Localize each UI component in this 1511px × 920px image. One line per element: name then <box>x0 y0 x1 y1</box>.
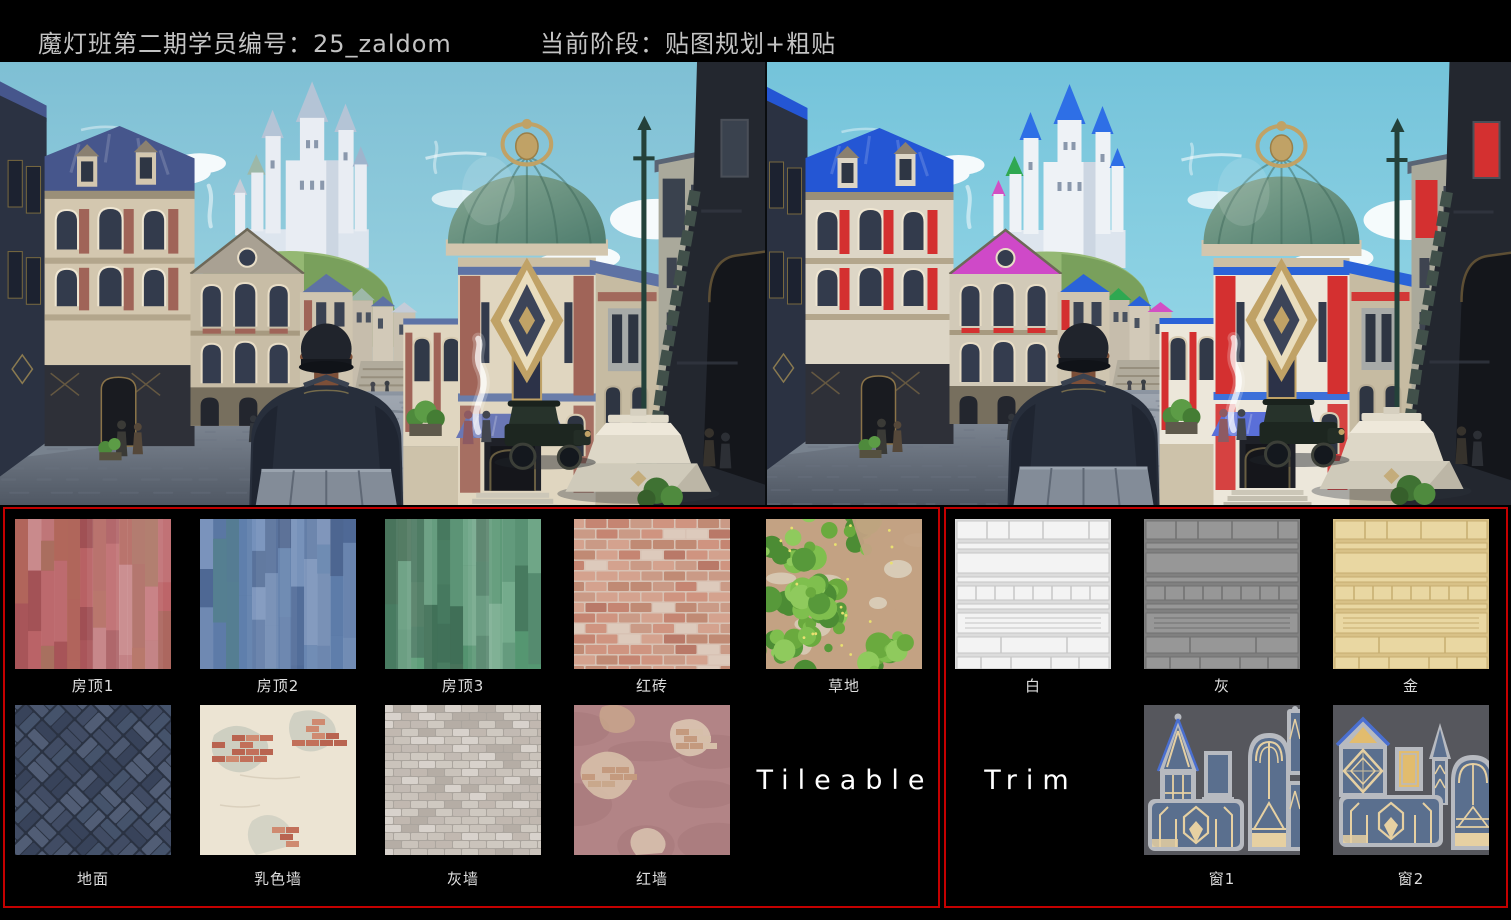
texture-image-window1 <box>1144 705 1300 855</box>
texture-label-graywall: 灰墙 <box>385 868 541 889</box>
texture-cell-redwall: 红墙 <box>574 705 730 889</box>
texture-image-roof1 <box>15 519 171 669</box>
header-bar: 魔灯班第二期学员编号：25_zaldom 当前阶段：贴图规划+粗贴 <box>0 0 1511 62</box>
texture-label-redbrick: 红砖 <box>574 675 730 696</box>
texture-image-window2 <box>1333 705 1489 855</box>
texture-image-roof2 <box>200 519 356 669</box>
trim-texture-panel: 白 灰 金 Trim 窗1 窗2 <box>944 507 1508 908</box>
texture-label-gold-trim: 金 <box>1333 675 1489 696</box>
texture-label-window2: 窗2 <box>1333 868 1489 889</box>
texture-cell-redbrick: 红砖 <box>574 519 730 696</box>
texture-label-ground: 地面 <box>15 868 171 889</box>
tileable-texture-panel: 房顶1 房顶2 房顶3 红砖 草地 地面 乳色墙 灰墙 <box>3 507 940 908</box>
student-id-label: 魔灯班第二期学员编号：25_zaldom <box>38 24 452 59</box>
texture-cell-roof3: 房顶3 <box>385 519 541 696</box>
texture-image-redbrick <box>574 519 730 669</box>
texture-image-grass <box>766 519 922 669</box>
texture-cell-white-trim: 白 <box>955 519 1111 696</box>
scene-textured-blockout <box>765 62 1511 505</box>
texture-label-gray-trim: 灰 <box>1144 675 1300 696</box>
texture-label-roof2: 房顶2 <box>200 675 356 696</box>
texture-cell-gold-trim: 金 <box>1333 519 1489 696</box>
texture-label-grass: 草地 <box>766 675 922 696</box>
texture-image-gold-trim <box>1333 519 1489 669</box>
texture-label-roof3: 房顶3 <box>385 675 541 696</box>
texture-cell-creamwall: 乳色墙 <box>200 705 356 889</box>
texture-cell-ground: 地面 <box>15 705 171 889</box>
texture-label-creamwall: 乳色墙 <box>200 868 356 889</box>
current-stage-label: 当前阶段：贴图规划+粗贴 <box>540 24 836 59</box>
texture-image-white-trim <box>955 519 1111 669</box>
texture-image-redwall <box>574 705 730 855</box>
texture-cell-gray-trim: 灰 <box>1144 519 1300 696</box>
texture-cell-window2: 窗2 <box>1333 705 1489 889</box>
texture-image-gray-trim <box>1144 519 1300 669</box>
texture-image-roof3 <box>385 519 541 669</box>
trim-panel-title: Trim <box>946 705 1116 855</box>
texture-image-graywall <box>385 705 541 855</box>
texture-cell-window1: 窗1 <box>1144 705 1300 889</box>
texture-image-creamwall <box>200 705 356 855</box>
texture-label-window1: 窗1 <box>1144 868 1300 889</box>
texture-label-roof1: 房顶1 <box>15 675 171 696</box>
scene-comparison <box>0 62 1511 505</box>
texture-cell-roof1: 房顶1 <box>15 519 171 696</box>
presentation-sheet: 魔灯班第二期学员编号：25_zaldom 当前阶段：贴图规划+粗贴 <box>0 0 1511 920</box>
texture-cell-graywall: 灰墙 <box>385 705 541 889</box>
texture-cell-grass: 草地 <box>766 519 922 696</box>
tileable-panel-title: Tileable <box>760 705 930 855</box>
texture-cell-roof2: 房顶2 <box>200 519 356 696</box>
texture-label-white-trim: 白 <box>955 675 1111 696</box>
scene-original-concept <box>0 62 765 505</box>
texture-image-ground <box>15 705 171 855</box>
texture-label-redwall: 红墙 <box>574 868 730 889</box>
